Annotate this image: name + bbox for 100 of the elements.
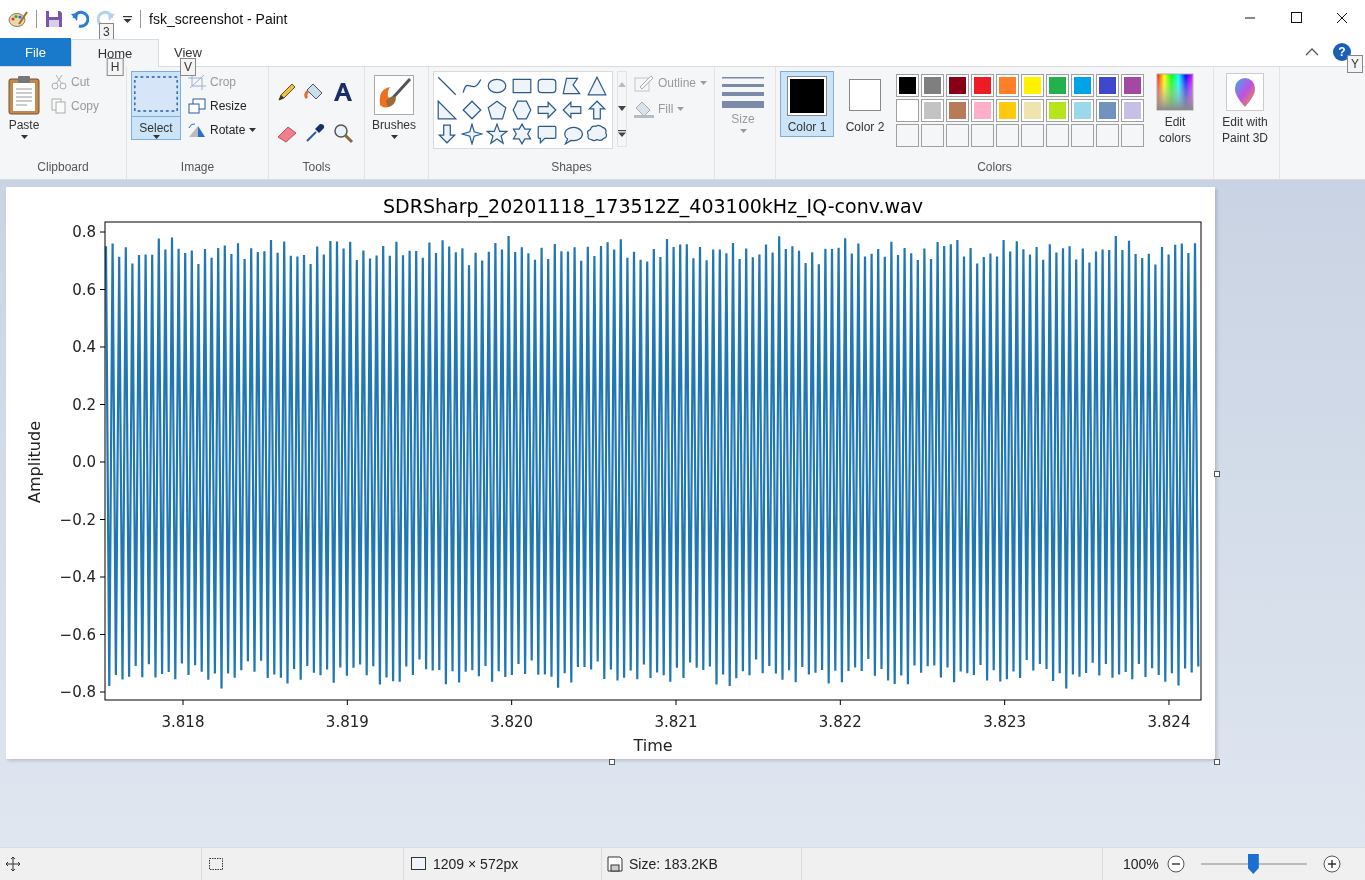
- more-shapes-icon[interactable]: [618, 129, 626, 137]
- tick-label: 3.820: [490, 713, 534, 731]
- resize-handle[interactable]: [1214, 471, 1220, 477]
- palette-swatch[interactable]: [1071, 99, 1094, 122]
- help-button[interactable]: ?: [1333, 43, 1351, 61]
- color-1-button[interactable]: Color 1: [780, 71, 834, 137]
- paint-palette-icon[interactable]: [8, 10, 28, 28]
- hexagon-shape-icon[interactable]: [511, 99, 533, 121]
- resize-button[interactable]: Resize: [185, 95, 260, 117]
- diamond-shape-icon[interactable]: [461, 99, 483, 121]
- crop-icon: [188, 74, 206, 90]
- palette-swatch[interactable]: [896, 99, 919, 122]
- empty-swatch[interactable]: [996, 124, 1019, 147]
- keytip: H: [106, 58, 124, 76]
- zoom-out-icon[interactable]: [1166, 855, 1185, 873]
- palette-swatch[interactable]: [996, 99, 1019, 122]
- right-triangle-shape-icon[interactable]: [436, 99, 458, 121]
- paint-bucket-icon: [634, 100, 654, 118]
- edit-colors-button[interactable]: Edit colors: [1148, 71, 1202, 148]
- line-shape-icon[interactable]: [436, 75, 458, 97]
- resize-handle[interactable]: [1214, 759, 1220, 765]
- palette-swatch[interactable]: [1021, 99, 1044, 122]
- slider-thumb[interactable]: [1247, 854, 1259, 874]
- left-arrow-shape-icon[interactable]: [561, 99, 583, 121]
- axis-label: Amplitude: [25, 421, 44, 503]
- empty-swatch[interactable]: [1071, 124, 1094, 147]
- palette-swatch[interactable]: [996, 74, 1019, 97]
- palette-swatch[interactable]: [1046, 74, 1069, 97]
- pencil-icon[interactable]: [275, 81, 298, 103]
- palette-swatch[interactable]: [971, 99, 994, 122]
- palette-swatch[interactable]: [1021, 74, 1044, 97]
- caret-icon: [20, 135, 28, 139]
- palette-swatch[interactable]: [1121, 74, 1144, 97]
- tick-label: 0.4: [72, 338, 96, 356]
- tick-label: −0.4: [59, 568, 96, 586]
- polygon-shape-icon[interactable]: [561, 75, 583, 97]
- tick-label: −0.6: [59, 625, 96, 644]
- empty-swatch[interactable]: [921, 124, 944, 147]
- pencil-outline-icon: [634, 74, 654, 92]
- edit-with-paint-3d-button[interactable]: Edit with Paint 3D: [1218, 71, 1272, 148]
- paint-drop-icon: [1226, 73, 1264, 111]
- scroll-down-icon[interactable]: [618, 105, 626, 111]
- star-shape-icon[interactable]: [486, 123, 508, 145]
- palette-swatch[interactable]: [1096, 74, 1119, 97]
- palette-swatch[interactable]: [1071, 74, 1094, 97]
- color-2-button[interactable]: Color 2: [838, 71, 892, 137]
- group-label: Shapes: [550, 159, 593, 176]
- file-menu-tab[interactable]: File: [0, 38, 71, 66]
- collapse-ribbon-icon[interactable]: [1305, 47, 1319, 57]
- up-arrow-shape-icon[interactable]: [586, 99, 608, 121]
- file-size: Size: 183.2KB: [629, 856, 718, 872]
- text-icon[interactable]: [331, 81, 354, 103]
- group-label: Image: [179, 159, 216, 176]
- magnifier-icon[interactable]: [331, 122, 354, 144]
- four-point-star-shape-icon[interactable]: [461, 123, 483, 145]
- brushes-button[interactable]: Brushes: [369, 71, 420, 143]
- callout-shape-icon[interactable]: [536, 123, 558, 145]
- empty-swatch[interactable]: [1021, 124, 1044, 147]
- zoom-in-icon[interactable]: [1322, 855, 1341, 873]
- down-arrow-shape-icon[interactable]: [436, 123, 458, 145]
- palette-swatch[interactable]: [1046, 99, 1069, 122]
- empty-swatch[interactable]: [971, 124, 994, 147]
- zoom-level: 100%: [1123, 856, 1159, 872]
- caret-icon: [739, 129, 747, 133]
- palette-swatch[interactable]: [1121, 99, 1144, 122]
- caret-icon: [700, 81, 708, 85]
- tick-label: 3.823: [983, 713, 1027, 731]
- empty-swatch[interactable]: [1096, 124, 1119, 147]
- palette-swatch[interactable]: [971, 74, 994, 97]
- empty-swatch[interactable]: [1046, 124, 1069, 147]
- six-point-star-shape-icon[interactable]: [511, 123, 533, 145]
- paste-button[interactable]: Paste: [4, 71, 44, 143]
- palette-swatch[interactable]: [896, 74, 919, 97]
- axis-label: Time: [633, 736, 673, 755]
- tick-label: 0.6: [72, 280, 96, 299]
- palette-swatch[interactable]: [946, 74, 969, 97]
- palette-swatch[interactable]: [921, 99, 944, 122]
- palette-swatch[interactable]: [946, 99, 969, 122]
- tick-label: 0.8: [72, 223, 96, 241]
- canvas-size-icon: [409, 856, 427, 872]
- caret-icon: [390, 135, 398, 139]
- clipboard-icon: [7, 75, 41, 115]
- customize-caret-icon[interactable]: [123, 15, 132, 23]
- line-width-icon: [722, 75, 764, 109]
- pentagon-shape-icon[interactable]: [486, 99, 508, 121]
- tick-label: 0.2: [72, 395, 96, 414]
- save-icon[interactable]: [45, 10, 63, 28]
- empty-swatch[interactable]: [1121, 124, 1144, 147]
- right-arrow-shape-icon[interactable]: [536, 99, 558, 121]
- palette-swatch[interactable]: [1096, 99, 1119, 122]
- chart-title: SDRSharp_20201118_173512Z_403100kHz_IQ-conv.wav: [383, 195, 923, 217]
- resize-handle[interactable]: [609, 759, 615, 765]
- palette-swatch[interactable]: [921, 74, 944, 97]
- undo-icon[interactable]: [71, 10, 89, 28]
- empty-swatch[interactable]: [946, 124, 969, 147]
- empty-swatch[interactable]: [896, 124, 919, 147]
- triangle-shape-icon[interactable]: [586, 75, 608, 97]
- rotate-button[interactable]: Rotate: [185, 119, 260, 141]
- select-button[interactable]: Select: [131, 71, 181, 140]
- tick-label: 3.824: [1147, 713, 1191, 731]
